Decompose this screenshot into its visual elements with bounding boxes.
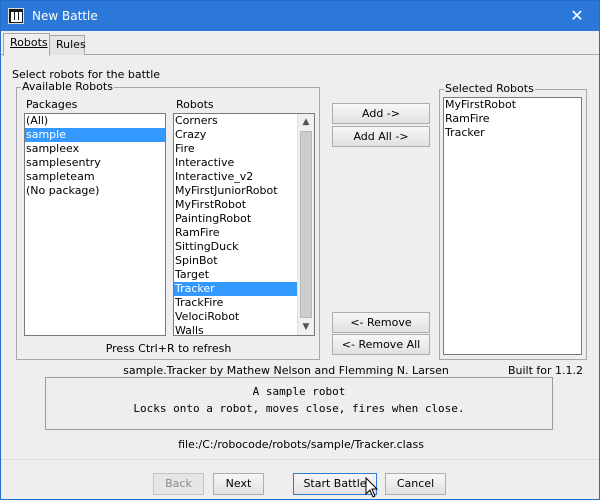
robots-list-scrollbar[interactable]: ▲ ▼ xyxy=(297,114,314,335)
title-bar[interactable]: New Battle ✕ xyxy=(1,1,599,31)
tab-strip: Robots Rules xyxy=(1,33,599,56)
robot-file-path: file:/C:/robocode/robots/sample/Tracker.… xyxy=(178,438,424,451)
scroll-thumb[interactable] xyxy=(300,131,312,318)
cancel-button[interactable]: Cancel xyxy=(385,473,446,495)
back-button[interactable]: Back xyxy=(153,473,204,495)
available-robots-legend: Available Robots xyxy=(21,80,114,93)
add-button[interactable]: Add -> xyxy=(332,103,430,124)
list-item[interactable]: Interactive_v2 xyxy=(174,170,314,184)
dialog-footer: Back Next Start Battle Cancel xyxy=(1,459,599,499)
scroll-up-arrow-icon[interactable]: ▲ xyxy=(298,114,314,130)
list-item[interactable]: RamFire xyxy=(174,226,314,240)
next-button[interactable]: Next xyxy=(213,473,264,495)
robot-author-line: sample.Tracker by Mathew Nelson and Flem… xyxy=(123,364,449,377)
robots-list[interactable]: Corners Crazy Fire Interactive Interacti… xyxy=(173,113,315,336)
list-item[interactable]: (No package) xyxy=(25,184,165,198)
remove-all-button[interactable]: <- Remove All xyxy=(332,334,430,355)
robots-label: Robots xyxy=(176,98,214,111)
selected-robots-list[interactable]: MyFirstRobot RamFire Tracker xyxy=(443,97,582,355)
list-item[interactable]: sampleteam xyxy=(25,170,165,184)
selected-robots-legend: Selected Robots xyxy=(444,82,535,95)
description-line: Locks onto a robot, moves close, fires w… xyxy=(133,402,465,415)
refresh-hint: Press Ctrl+R to refresh xyxy=(105,342,232,355)
robot-description-box: A sample robot Locks onto a robot, moves… xyxy=(45,377,553,430)
new-battle-dialog: New Battle ✕ Robots Rules Select robots … xyxy=(0,0,600,500)
tab-rules-label: Rules xyxy=(56,38,86,51)
tab-robots[interactable]: Robots xyxy=(3,33,50,56)
remove-button[interactable]: <- Remove xyxy=(332,312,430,333)
window-title: New Battle xyxy=(32,9,98,23)
list-item[interactable]: MyFirstRobot xyxy=(444,98,581,112)
list-item[interactable]: (All) xyxy=(25,114,165,128)
list-item-selected[interactable]: Tracker xyxy=(174,282,297,296)
robocode-app-icon xyxy=(8,8,24,24)
list-item[interactable]: MyFirstRobot xyxy=(174,198,314,212)
close-icon[interactable]: ✕ xyxy=(555,1,599,31)
list-item[interactable]: MyFirstJuniorRobot xyxy=(174,184,314,198)
list-item[interactable]: VelociRobot xyxy=(174,310,314,324)
list-item[interactable]: Crazy xyxy=(174,128,314,142)
scroll-down-arrow-icon[interactable]: ▼ xyxy=(298,319,314,335)
list-item[interactable]: Tracker xyxy=(444,126,581,140)
list-item[interactable]: sampleex xyxy=(25,142,165,156)
list-item[interactable]: samplesentry xyxy=(25,156,165,170)
list-item[interactable]: SittingDuck xyxy=(174,240,314,254)
packages-label: Packages xyxy=(26,98,78,111)
list-item[interactable]: Corners xyxy=(174,114,314,128)
tab-rules[interactable]: Rules xyxy=(49,35,86,55)
list-item[interactable]: Walls xyxy=(174,324,314,335)
list-item[interactable]: RamFire xyxy=(444,112,581,126)
add-all-button[interactable]: Add All -> xyxy=(332,126,430,147)
tab-robots-label: Robots xyxy=(10,36,48,49)
list-item[interactable]: Fire xyxy=(174,142,314,156)
built-for-version: Built for 1.1.2 xyxy=(507,364,583,377)
mouse-pointer-icon xyxy=(365,477,379,498)
description-line: A sample robot xyxy=(252,385,346,398)
list-item[interactable]: SpinBot xyxy=(174,254,314,268)
list-item[interactable]: TrackFire xyxy=(174,296,314,310)
list-item-selected[interactable]: sample xyxy=(25,128,165,142)
list-item[interactable]: PaintingRobot xyxy=(174,212,314,226)
packages-list[interactable]: (All) sample sampleex samplesentry sampl… xyxy=(24,113,166,336)
list-item[interactable]: Target xyxy=(174,268,314,282)
list-item[interactable]: Interactive xyxy=(174,156,314,170)
